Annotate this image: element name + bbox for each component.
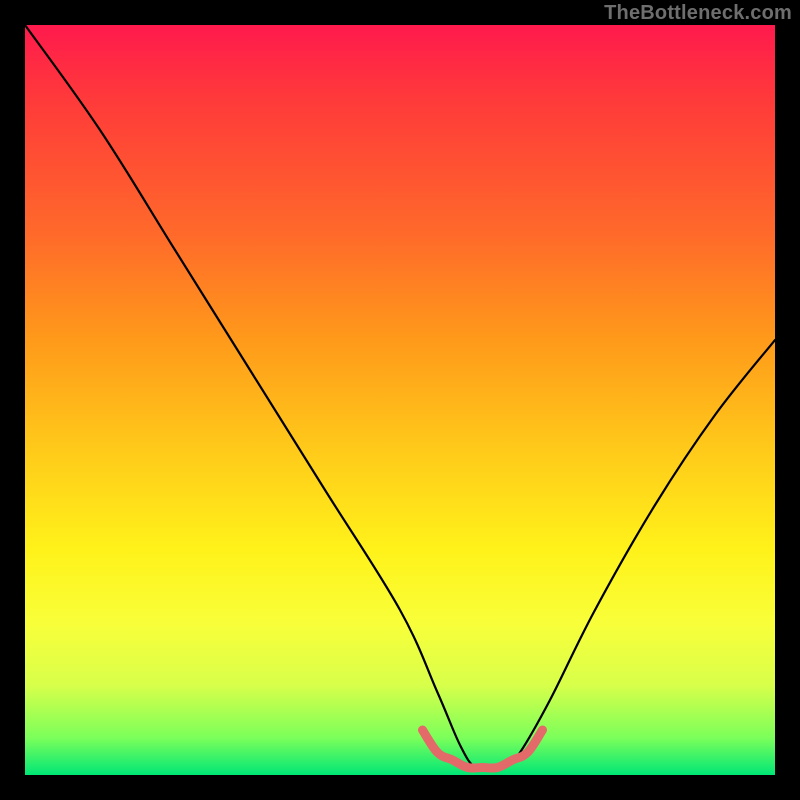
chart-svg <box>25 25 775 775</box>
attribution-text: TheBottleneck.com <box>604 2 792 25</box>
chart-stage: TheBottleneck.com <box>0 0 800 800</box>
plot-area <box>25 25 775 775</box>
optimal-band-path <box>423 730 543 768</box>
bottleneck-curve-path <box>25 25 775 769</box>
